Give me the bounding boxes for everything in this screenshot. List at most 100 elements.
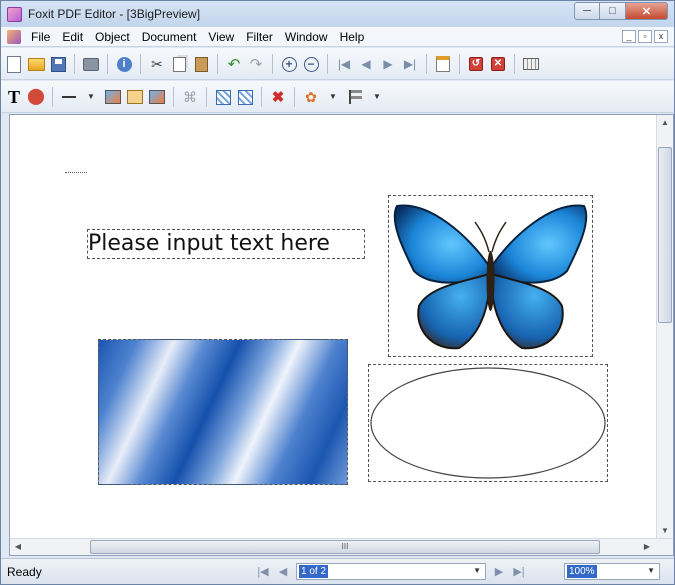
object-toolbar: T ⬤ ▼ ⌘ ✖ ✿ ▼ ▼ — [1, 81, 674, 113]
toolbar-separator — [140, 54, 141, 74]
menu-file[interactable]: File — [25, 30, 56, 44]
align-icon[interactable] — [346, 88, 364, 106]
zoom-in-icon[interactable]: + — [280, 55, 298, 73]
menu-help[interactable]: Help — [334, 30, 371, 44]
cut-icon[interactable]: ✂ — [148, 55, 166, 73]
scroll-right-icon[interactable]: ▶ — [639, 539, 655, 555]
line-dropdown-icon[interactable]: ▼ — [82, 88, 100, 106]
maximize-button[interactable]: □ — [600, 2, 626, 20]
toolbar-separator — [107, 54, 108, 74]
disabled-icon: ⌘ — [183, 89, 197, 105]
zoom-dropdown-icon[interactable]: ▼ — [647, 566, 655, 575]
edit-object-icon[interactable] — [126, 88, 144, 106]
add-image-icon[interactable] — [148, 88, 166, 106]
zoom-out-icon[interactable]: − — [302, 55, 320, 73]
page-selector[interactable]: 1 of 2 ▼ — [296, 563, 486, 580]
first-page-icon[interactable]: |◀ — [335, 55, 353, 73]
title-bar: Foxit PDF Editor - [3BigPreview] ─ □ ✕ — [1, 1, 674, 27]
scroll-left-icon[interactable]: ◀ — [10, 539, 26, 555]
save-icon[interactable] — [49, 55, 67, 73]
minimize-button[interactable]: ─ — [574, 2, 600, 20]
doc-close-button[interactable]: x — [654, 30, 668, 43]
main-toolbar: i ✂ ↶ ↷ + − |◀ ◀ ▶ ▶| ↺ ✕ — [1, 48, 674, 80]
ellipse-shape — [370, 367, 606, 479]
vertical-scroll-thumb[interactable] — [658, 147, 672, 323]
toolbar-separator — [52, 87, 53, 107]
delete-page-icon[interactable]: ✕ — [489, 55, 507, 73]
gradient-rectangle-object[interactable] — [98, 339, 348, 485]
keyboard-icon[interactable] — [522, 55, 540, 73]
toolbar-separator — [74, 54, 75, 74]
app-window: Foxit PDF Editor - [3BigPreview] ─ □ ✕ F… — [0, 0, 675, 585]
small-dotted-mark — [65, 172, 87, 173]
menu-bar: File Edit Object Document View Filter Wi… — [1, 27, 674, 47]
vertical-scrollbar[interactable]: ▲ ▼ — [656, 115, 673, 539]
last-page-icon[interactable]: ▶| — [401, 55, 419, 73]
page-indicator: 1 of 2 — [299, 565, 329, 578]
toolbar-separator — [426, 54, 427, 74]
status-first-page-icon[interactable]: |◀ — [256, 565, 270, 578]
menu-window[interactable]: Window — [279, 30, 334, 44]
text-object[interactable]: Please input text here — [87, 229, 365, 259]
doc-minimize-button[interactable]: _ — [622, 30, 636, 43]
align-dropdown-icon[interactable]: ▼ — [368, 88, 386, 106]
redo-icon[interactable]: ↷ — [247, 55, 265, 73]
menu-object[interactable]: Object — [89, 30, 136, 44]
page-navigation: |◀ ◀ 1 of 2 ▼ ▶ ▶| — [256, 563, 526, 580]
status-next-page-icon[interactable]: ▶ — [492, 565, 506, 578]
color-dropdown-icon[interactable]: ▼ — [324, 88, 342, 106]
ungroup-icon[interactable] — [236, 88, 254, 106]
group-icon[interactable] — [214, 88, 232, 106]
ellipse-object[interactable] — [368, 364, 608, 482]
toolbar-separator — [261, 87, 262, 107]
toolbar-separator — [206, 87, 207, 107]
toolbar-separator — [272, 54, 273, 74]
toolbar-separator — [459, 54, 460, 74]
butterfly-image — [393, 204, 588, 350]
previous-page-icon[interactable]: ◀ — [357, 55, 375, 73]
add-shape-icon[interactable]: ⬤ — [27, 88, 45, 106]
window-controls: ─ □ ✕ — [574, 2, 668, 21]
add-text-icon[interactable]: T — [5, 88, 23, 106]
document-canvas[interactable]: Please input text here ▲ ▼ ◀ III ▶ — [9, 114, 674, 556]
doc-restore-button[interactable]: ▫ — [638, 30, 652, 43]
status-bar: Ready |◀ ◀ 1 of 2 ▼ ▶ ▶| 100% ▼ — [1, 558, 674, 584]
menu-document[interactable]: Document — [136, 30, 203, 44]
rotate-icon[interactable]: ↺ — [467, 55, 485, 73]
zoom-level: 100% — [567, 565, 597, 578]
status-last-page-icon[interactable]: ▶| — [512, 565, 526, 578]
menu-filter[interactable]: Filter — [240, 30, 279, 44]
horizontal-scrollbar[interactable]: ◀ III ▶ — [10, 538, 673, 555]
scroll-up-icon[interactable]: ▲ — [657, 115, 673, 131]
document-menu-icon[interactable] — [7, 30, 21, 44]
toolbar-separator — [173, 87, 174, 107]
scroll-down-icon[interactable]: ▼ — [657, 523, 673, 539]
menu-items: File Edit Object Document View Filter Wi… — [25, 30, 370, 44]
insert-image-icon[interactable] — [104, 88, 122, 106]
open-folder-icon[interactable] — [27, 55, 45, 73]
page-dropdown-icon[interactable]: ▼ — [473, 566, 481, 575]
next-page-icon[interactable]: ▶ — [379, 55, 397, 73]
delete-object-icon[interactable]: ✖ — [269, 88, 287, 106]
horizontal-scroll-thumb[interactable]: III — [90, 540, 600, 554]
new-document-icon[interactable] — [5, 55, 23, 73]
print-icon[interactable] — [82, 55, 100, 73]
form-icon[interactable] — [434, 55, 452, 73]
line-icon[interactable] — [60, 88, 78, 106]
zoom-selector[interactable]: 100% ▼ — [564, 563, 660, 580]
color-icon[interactable]: ✿ — [302, 88, 320, 106]
window-title: Foxit PDF Editor - [3BigPreview] — [28, 7, 201, 21]
butterfly-image-object[interactable] — [388, 195, 593, 357]
menu-edit[interactable]: Edit — [56, 30, 89, 44]
undo-icon[interactable]: ↶ — [225, 55, 243, 73]
foxit-app-icon — [7, 7, 22, 22]
toolbar-separator — [327, 54, 328, 74]
status-text: Ready — [7, 565, 42, 579]
info-icon[interactable]: i — [115, 55, 133, 73]
status-previous-page-icon[interactable]: ◀ — [276, 565, 290, 578]
paste-icon[interactable] — [192, 55, 210, 73]
menu-view[interactable]: View — [202, 30, 240, 44]
toolbar-separator — [217, 54, 218, 74]
close-button[interactable]: ✕ — [626, 2, 668, 20]
copy-icon[interactable] — [170, 55, 188, 73]
